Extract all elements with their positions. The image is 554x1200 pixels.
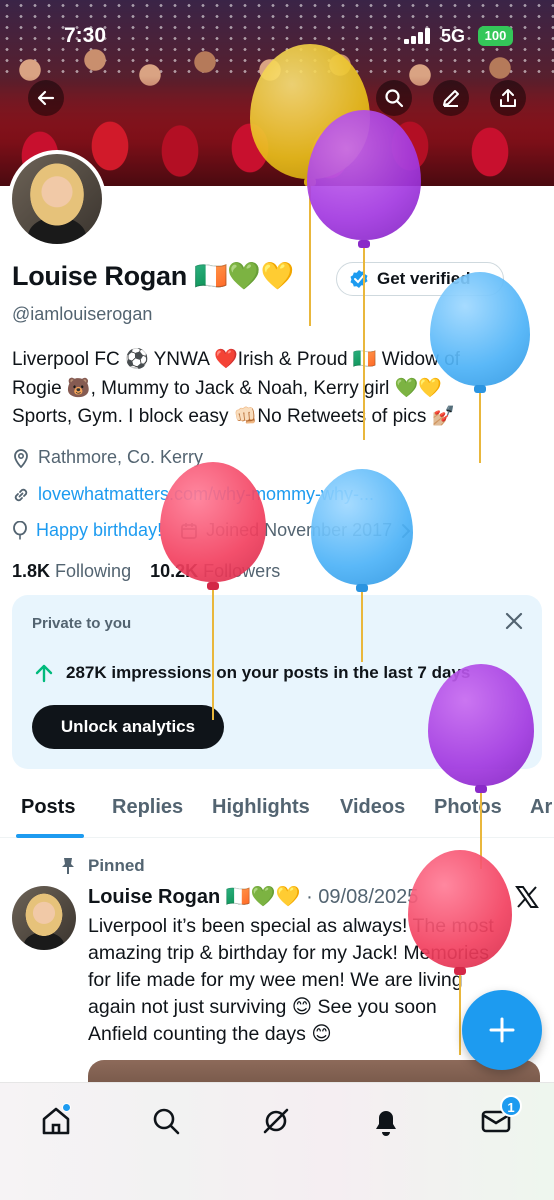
following-link[interactable]: 1.8K Following <box>12 561 131 581</box>
impressions-text: 287K impressions on your posts in the la… <box>66 663 471 682</box>
profile-name-text: Louise Rogan <box>12 261 187 291</box>
nav-search[interactable] <box>146 1101 186 1141</box>
following-count: 1.8K <box>12 561 51 581</box>
signal-icon <box>404 28 430 44</box>
compose-button[interactable] <box>462 990 542 1070</box>
home-unread-dot <box>62 1103 71 1112</box>
nav-grok[interactable] <box>256 1101 296 1141</box>
profile-location: Rathmore, Co. Kerry <box>12 447 203 468</box>
pinned-indicator: Pinned <box>60 856 145 876</box>
tab-articles[interactable]: Ar <box>530 796 552 819</box>
grok-icon <box>263 1108 289 1134</box>
nav-messages[interactable]: 1 <box>476 1095 522 1141</box>
profile-handle: @iamlouiserogan <box>12 304 153 324</box>
pinned-label: Pinned <box>88 856 145 875</box>
post-date[interactable]: · 09/08/2025 <box>306 886 418 908</box>
bell-icon <box>376 1111 396 1136</box>
location-icon <box>14 448 28 468</box>
x-logo-icon <box>515 886 539 908</box>
status-bar: 7:30 5G 100 <box>0 22 554 52</box>
bio-line: Sports, Gym. I block easy 👊🏻No Retweets … <box>12 406 456 427</box>
link-icon <box>14 488 28 501</box>
nav-notifications[interactable] <box>366 1101 406 1141</box>
private-label: Private to you <box>32 615 132 632</box>
active-tab-indicator <box>16 834 84 838</box>
post-avatar[interactable] <box>12 886 76 950</box>
profile-name-emojis: 🇮🇪💚💛 <box>194 261 295 291</box>
close-icon[interactable] <box>504 611 524 631</box>
share-button[interactable] <box>490 80 526 116</box>
search-icon <box>153 1108 180 1135</box>
tab-posts[interactable]: Posts <box>21 796 75 819</box>
post-header: Louise Rogan 🇮🇪💚💛 · 09/08/2025 <box>88 884 418 909</box>
profile-name: Louise Rogan 🇮🇪💚💛 <box>12 260 294 292</box>
battery-indicator: 100 <box>478 26 513 46</box>
profile-tabs: Posts Replies Highlights Videos Photos A… <box>0 784 554 838</box>
verified-badge-icon <box>350 270 368 288</box>
post-author[interactable]: Louise Rogan <box>88 886 220 908</box>
tab-videos[interactable]: Videos <box>340 796 405 819</box>
edit-icon <box>443 90 459 107</box>
following-label: Following <box>55 561 132 581</box>
tab-photos[interactable]: Photos <box>434 796 502 819</box>
impressions-row: 287K impressions on your posts in the la… <box>34 663 470 683</box>
bottom-nav: 1 <box>0 1082 554 1200</box>
tab-replies[interactable]: Replies <box>112 796 183 819</box>
back-button[interactable] <box>28 80 64 116</box>
birthday-link[interactable]: Happy birthday! <box>36 520 162 541</box>
arrow-up-icon <box>35 664 53 683</box>
tab-highlights[interactable]: Highlights <box>212 796 310 819</box>
share-icon <box>500 89 516 107</box>
edit-button[interactable] <box>433 80 469 116</box>
search-button[interactable] <box>376 80 412 116</box>
post-author-emojis: 🇮🇪💚💛 <box>225 886 301 908</box>
pin-icon <box>62 858 74 874</box>
status-time: 7:30 <box>64 24 107 47</box>
balloon-icon <box>13 520 27 539</box>
back-arrow-icon <box>37 90 55 106</box>
unlock-analytics-button[interactable]: Unlock analytics <box>32 705 224 749</box>
location-text: Rathmore, Co. Kerry <box>38 447 204 467</box>
profile-avatar[interactable] <box>8 150 106 248</box>
post-text-line: for life made for my wee men! We are liv… <box>88 969 463 991</box>
nav-home[interactable] <box>36 1101 76 1141</box>
plus-icon <box>489 1017 515 1043</box>
search-icon <box>385 89 404 108</box>
network-type: 5G <box>441 26 466 46</box>
messages-badge: 1 <box>500 1095 522 1117</box>
